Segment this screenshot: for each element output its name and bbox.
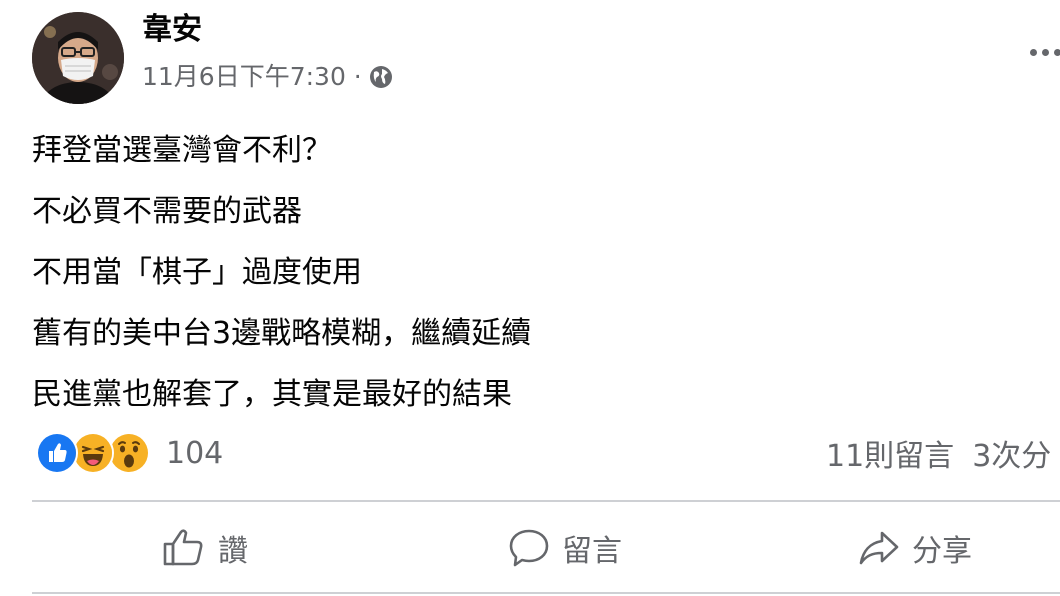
wow-icon <box>108 432 150 474</box>
share-icon <box>859 531 899 565</box>
like-icon <box>36 432 78 474</box>
like-button[interactable]: 讚 <box>162 508 248 588</box>
like-label: 讚 <box>218 534 248 569</box>
post-line: 拜登當選臺灣會不利？ <box>32 133 332 168</box>
comment-label: 留言 <box>562 534 622 569</box>
share-count[interactable]: 3次分 <box>972 431 1051 475</box>
post-line: 民進黨也解套了，其實是最好的結果 <box>32 377 512 412</box>
share-label: 分享 <box>912 534 972 569</box>
reactions-summary[interactable]: 104 <box>36 430 223 476</box>
author-name[interactable]: 韋安 <box>142 10 202 50</box>
post-stats: 11則留言 3次分 <box>826 430 1051 476</box>
facebook-post: 韋安 11月6日下午7:30 · 拜登當選臺灣會不利？ 不必買不需要的武器 不用… <box>0 0 1060 596</box>
avatar-image <box>32 12 124 104</box>
more-options-icon[interactable] <box>1030 40 1060 64</box>
post-line: 不必買不需要的武器 <box>32 194 302 229</box>
post-meta: 11月6日下午7:30 · <box>142 60 394 94</box>
thumbs-up-icon <box>163 529 203 566</box>
divider <box>32 500 1060 502</box>
reaction-count: 104 <box>166 435 224 471</box>
post-line: 舊有的美中台3邊戰略模糊，繼續延續 <box>32 316 532 351</box>
haha-icon <box>72 432 114 474</box>
divider <box>32 592 1060 594</box>
action-bar: 讚 留言 分享 <box>32 508 1060 588</box>
avatar[interactable] <box>32 12 124 104</box>
globe-icon[interactable] <box>368 64 394 90</box>
post-body: 拜登當選臺灣會不利？ 不必買不需要的武器 不用當「棋子」過度使用 舊有的美中台3… <box>32 120 531 425</box>
timestamp[interactable]: 11月6日下午7:30 · <box>142 60 362 94</box>
comment-icon <box>509 529 549 567</box>
comment-button[interactable]: 留言 <box>508 508 622 588</box>
post-line: 不用當「棋子」過度使用 <box>32 255 362 290</box>
share-button[interactable]: 分享 <box>858 508 972 588</box>
comment-count[interactable]: 11則留言 <box>826 431 954 475</box>
